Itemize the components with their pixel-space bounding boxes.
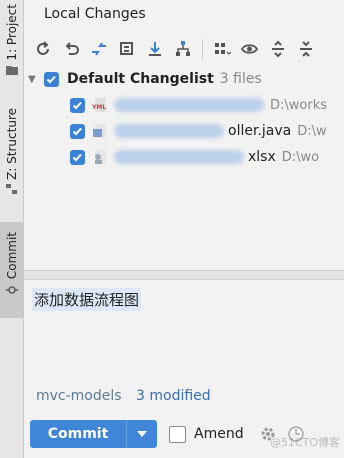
commit-button-label[interactable]: Commit xyxy=(30,420,126,448)
file-row[interactable]: YML D:\works xyxy=(24,92,344,118)
check-icon xyxy=(46,75,56,83)
branch-icon xyxy=(176,41,190,56)
view-options-button[interactable] xyxy=(239,38,261,60)
changelist-row[interactable]: ▼ Default Changelist 3 files xyxy=(24,66,344,92)
file-row[interactable]: xlsx D:\wo xyxy=(24,144,344,170)
chevron-down-icon xyxy=(137,431,147,437)
file-path: D:\wo xyxy=(281,149,320,165)
tab-commit-label: Commit xyxy=(4,232,19,280)
yaml-icon: YML xyxy=(92,98,106,112)
group-by-button[interactable] xyxy=(211,38,233,60)
rollback-button[interactable] xyxy=(60,38,82,60)
file-row[interactable]: oller.java D:\w xyxy=(24,118,344,144)
shelve-button[interactable] xyxy=(116,38,138,60)
commit-icon xyxy=(5,286,18,294)
changelist-count: 3 files xyxy=(219,71,262,87)
redacted-filename xyxy=(114,150,244,164)
changes-tree: ▼ Default Changelist 3 files YML D:\work… xyxy=(24,66,344,170)
shelve-icon xyxy=(120,42,133,55)
commit-message-area[interactable]: 添加数据流程图 xyxy=(24,280,344,378)
panel-splitter[interactable] xyxy=(24,270,344,280)
commit-button[interactable]: Commit xyxy=(30,420,157,448)
file-name: oller.java xyxy=(228,123,292,139)
redacted-filename xyxy=(114,98,264,112)
commit-message-text[interactable]: 添加数据流程图 xyxy=(32,288,142,311)
tool-window-strip: 1: Project Z: Structure Commit xyxy=(0,0,24,458)
group-by-icon xyxy=(215,43,231,55)
collapse-all-button[interactable] xyxy=(295,38,317,60)
amend-checkbox[interactable]: Amend xyxy=(169,425,244,443)
check-icon xyxy=(72,101,82,109)
panel-title: Local Changes xyxy=(44,6,146,22)
group-button[interactable] xyxy=(172,38,194,60)
tab-project-label: 1: Project xyxy=(4,4,19,61)
toolbar-separator xyxy=(202,39,203,59)
watermark: @51CTO博客 xyxy=(269,436,340,449)
redacted-filename xyxy=(114,124,224,138)
amend-checkbox-box[interactable] xyxy=(169,425,186,443)
commit-dropdown-button[interactable] xyxy=(126,420,157,448)
tab-commit[interactable]: Commit xyxy=(0,222,23,318)
commit-status-line: mvc-models 3 modified xyxy=(36,388,211,404)
update-button[interactable] xyxy=(144,38,166,60)
changelist-name: Default Changelist xyxy=(67,71,214,87)
expand-all-button[interactable] xyxy=(267,38,289,60)
update-icon xyxy=(149,42,161,56)
svg-text:YML: YML xyxy=(92,104,106,111)
check-icon xyxy=(72,153,82,161)
file-path: D:\w xyxy=(297,123,327,139)
show-diff-icon xyxy=(92,42,106,56)
file-checkbox[interactable] xyxy=(70,149,85,165)
branch-name: mvc-models xyxy=(36,388,122,404)
tab-project[interactable]: 1: Project xyxy=(0,4,23,88)
excel-file-icon xyxy=(95,150,106,164)
expand-arrow-icon[interactable]: ▼ xyxy=(28,74,44,85)
tab-structure-label: Z: Structure xyxy=(4,108,19,180)
file-checkbox[interactable] xyxy=(70,123,85,139)
refresh-icon xyxy=(37,41,49,55)
expand-icon xyxy=(272,40,284,58)
refresh-button[interactable] xyxy=(32,38,54,60)
changes-toolbar xyxy=(24,33,344,65)
amend-label: Amend xyxy=(194,426,244,442)
file-checkbox[interactable] xyxy=(70,97,85,113)
show-diff-button[interactable] xyxy=(88,38,110,60)
file-path: D:\works xyxy=(270,97,328,113)
modified-count-link[interactable]: 3 modified xyxy=(136,388,211,404)
check-icon xyxy=(72,127,82,135)
rollback-icon xyxy=(65,42,79,55)
structure-icon xyxy=(5,183,17,194)
collapse-icon xyxy=(300,41,312,57)
tab-structure[interactable]: Z: Structure xyxy=(0,108,23,208)
folder-icon xyxy=(5,65,18,75)
eye-icon xyxy=(241,44,259,54)
changelist-checkbox[interactable] xyxy=(44,71,59,87)
java-class-icon xyxy=(93,124,106,138)
file-name: xlsx xyxy=(248,149,276,165)
panel-header: Local Changes xyxy=(24,0,344,30)
